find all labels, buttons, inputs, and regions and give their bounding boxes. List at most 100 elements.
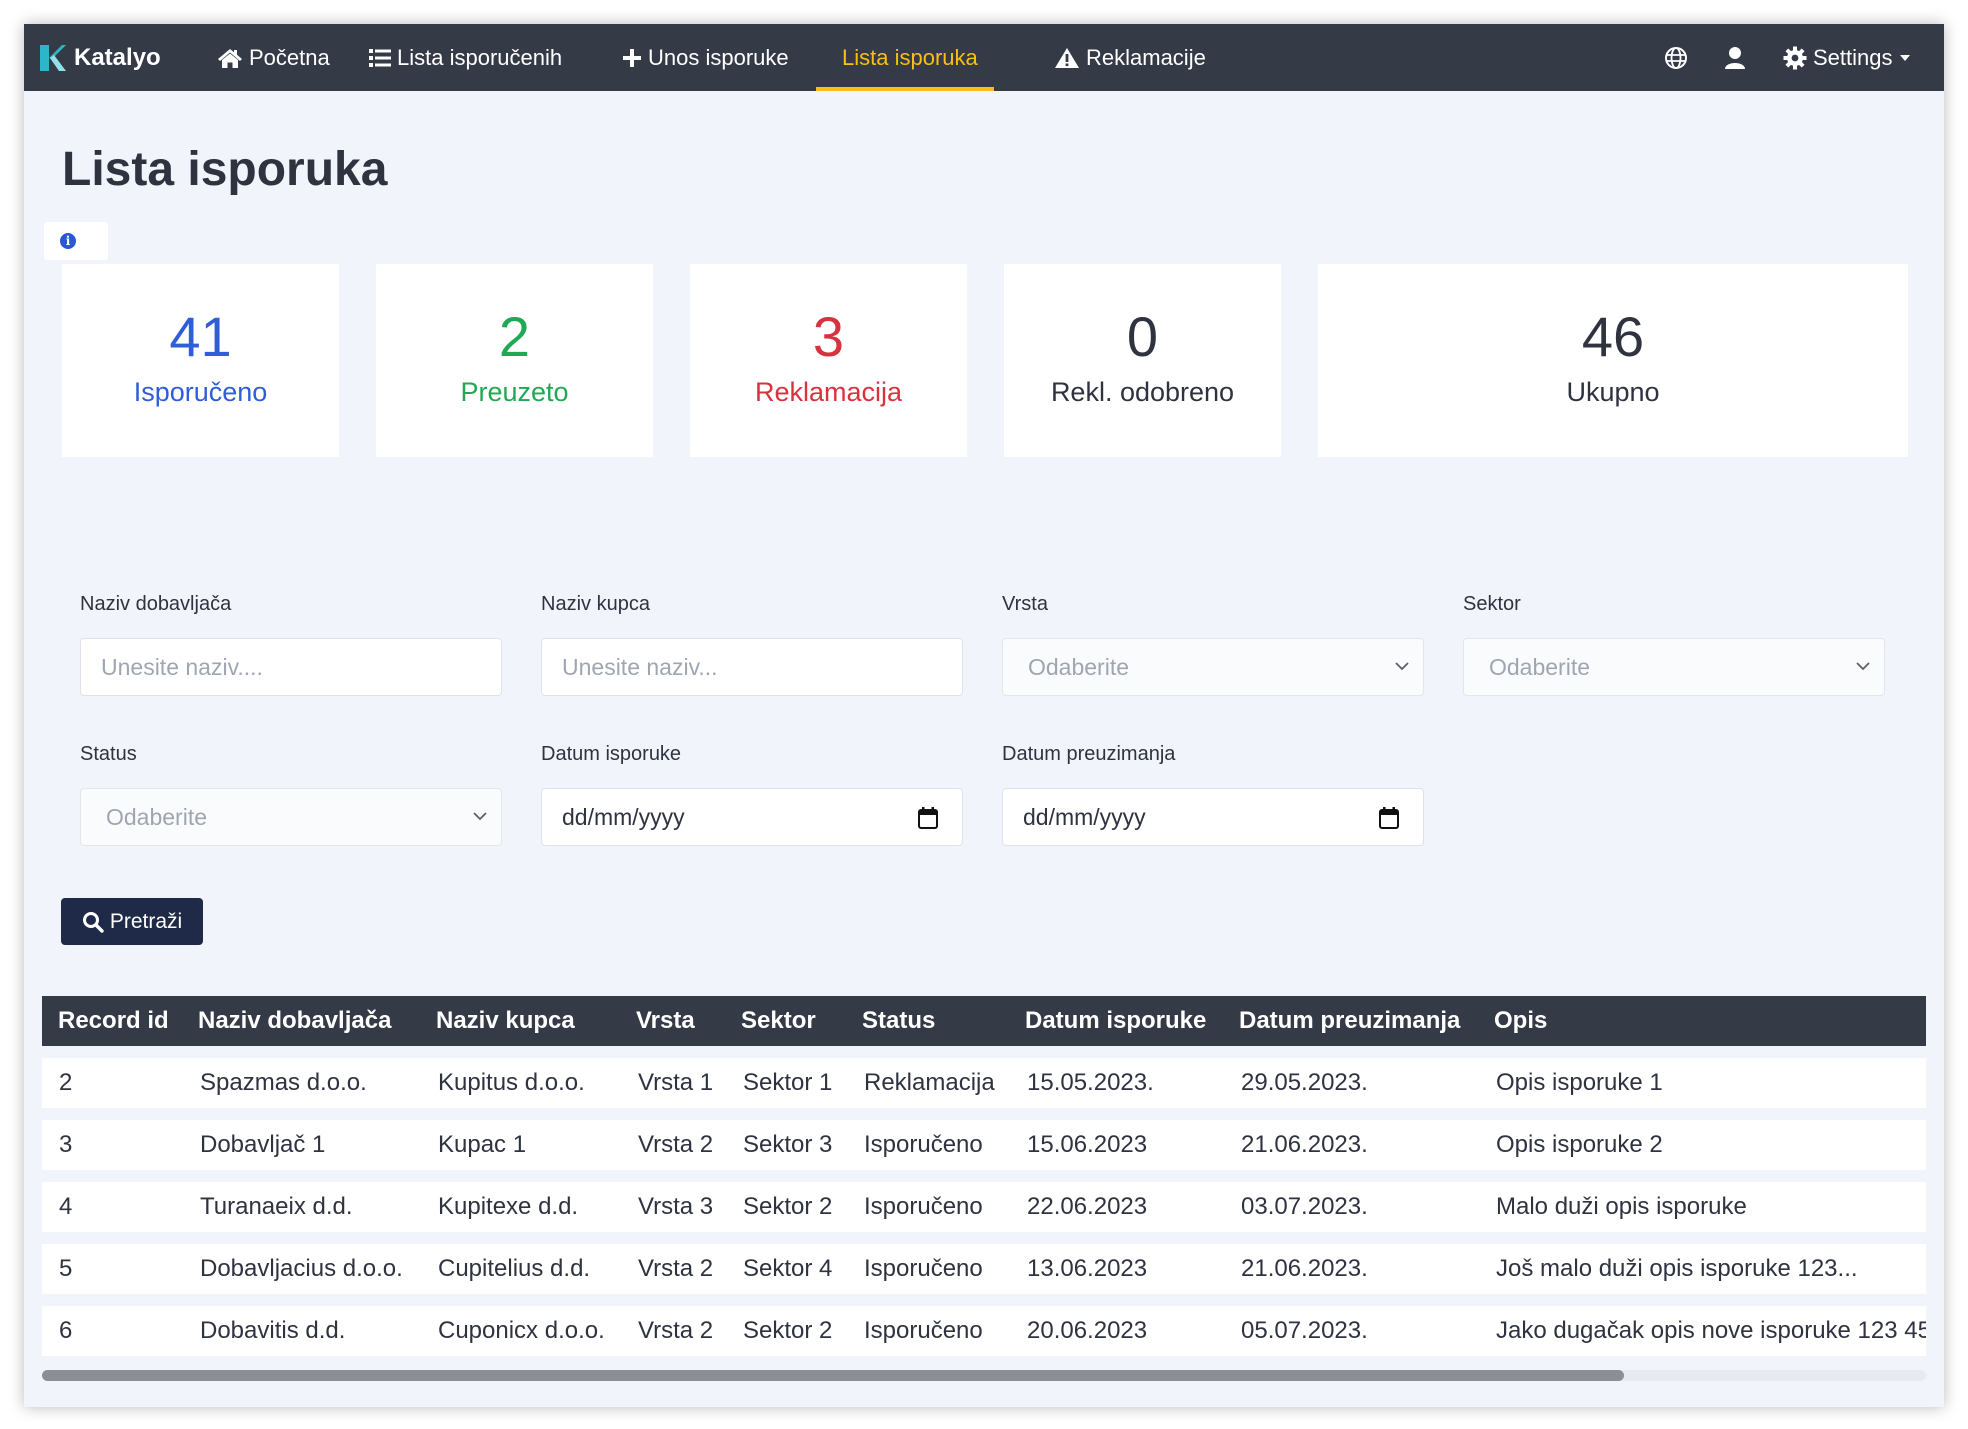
info-icon: i bbox=[60, 233, 76, 249]
column-header-description[interactable]: Opis bbox=[1494, 996, 1547, 1046]
cell-pickup-date: 21.06.2023. bbox=[1241, 1131, 1368, 1158]
cell-customer: Cupitelius d.d. bbox=[438, 1255, 591, 1282]
customer-input[interactable] bbox=[541, 638, 963, 696]
plus-icon bbox=[623, 48, 641, 67]
nav-item-lista-isporucenih[interactable]: Lista isporučenih bbox=[369, 24, 562, 91]
cell-record-id: 4 bbox=[59, 1193, 73, 1220]
cell-customer: Kupitexe d.d. bbox=[438, 1193, 579, 1220]
stat-card-ukupno: 46 Ukupno bbox=[1318, 264, 1908, 457]
column-header-delivery-date[interactable]: Datum isporuke bbox=[1025, 996, 1206, 1046]
calendar-icon[interactable] bbox=[918, 807, 938, 829]
cell-delivery-date: 15.06.2023 bbox=[1027, 1131, 1148, 1158]
cell-description: Opis isporuke 1 bbox=[1496, 1069, 1663, 1096]
status-select[interactable]: Odaberite bbox=[80, 788, 502, 846]
nav-item-label: Unos isporuke bbox=[648, 44, 789, 70]
warning-icon bbox=[1055, 47, 1079, 68]
cell-supplier: Dobavljač 1 bbox=[200, 1131, 326, 1158]
supplier-input[interactable] bbox=[80, 638, 502, 696]
settings-dropdown[interactable]: Settings bbox=[1783, 24, 1911, 91]
column-header-type[interactable]: Vrsta bbox=[636, 996, 695, 1046]
table-row[interactable]: 4 Turanaeix d.d. Kupitexe d.d. Vrsta 3 S… bbox=[42, 1182, 1926, 1232]
nav-item-lista-isporuka[interactable]: Lista isporuka bbox=[816, 24, 994, 91]
list-icon bbox=[369, 48, 391, 67]
cell-record-id: 6 bbox=[59, 1317, 73, 1344]
table-row[interactable]: 2 Spazmas d.o.o. Kupitus d.o.o. Vrsta 1 … bbox=[42, 1058, 1926, 1108]
select-value: Odaberite bbox=[1028, 653, 1130, 680]
cell-sector: Sektor 4 bbox=[743, 1255, 833, 1282]
search-button-label: Pretraži bbox=[109, 909, 183, 933]
column-header-customer[interactable]: Naziv kupca bbox=[436, 996, 575, 1046]
type-label: Vrsta bbox=[1002, 593, 1048, 615]
app-window: Katalyo Početna Lista isporučenih Unos i… bbox=[24, 24, 1944, 1407]
nav-item-reklamacije[interactable]: Reklamacije bbox=[1054, 24, 1206, 91]
cell-record-id: 2 bbox=[59, 1069, 73, 1096]
calendar-icon[interactable] bbox=[1379, 807, 1399, 829]
stat-value: 2 bbox=[498, 305, 531, 368]
cell-description: Još malo duži opis isporuke 123... bbox=[1496, 1255, 1858, 1282]
column-header-sector[interactable]: Sektor bbox=[741, 996, 816, 1046]
cell-sector: Sektor 3 bbox=[743, 1131, 833, 1158]
cell-description: Opis isporuke 2 bbox=[1496, 1131, 1663, 1158]
type-select[interactable]: Odaberite bbox=[1002, 638, 1424, 696]
stat-value: 46 bbox=[1581, 305, 1645, 368]
caret-down-icon bbox=[1899, 54, 1910, 61]
date-value: dd/mm/yyyy bbox=[562, 803, 685, 830]
cell-pickup-date: 29.05.2023. bbox=[1241, 1069, 1368, 1096]
stat-label: Preuzeto bbox=[460, 377, 569, 407]
stat-label: Ukupno bbox=[1566, 377, 1660, 407]
customer-label: Naziv kupca bbox=[541, 593, 650, 615]
delivery-date-label: Datum isporuke bbox=[541, 743, 682, 765]
supplier-label: Naziv dobavljača bbox=[80, 593, 232, 615]
cell-supplier: Turanaeix d.d. bbox=[200, 1193, 353, 1220]
nav-item-label: Lista isporuka bbox=[842, 44, 978, 70]
cell-sector: Sektor 1 bbox=[743, 1069, 833, 1096]
cell-sector: Sektor 2 bbox=[743, 1317, 833, 1344]
stat-card-reklamacija: 3 Reklamacija bbox=[690, 264, 967, 457]
cell-customer: Kupac 1 bbox=[438, 1131, 527, 1158]
column-header-supplier[interactable]: Naziv dobavljača bbox=[198, 996, 391, 1046]
cell-record-id: 3 bbox=[59, 1131, 73, 1158]
column-header-status[interactable]: Status bbox=[862, 996, 935, 1046]
column-header-record-id[interactable]: Record id bbox=[58, 996, 169, 1046]
table-row[interactable]: 5 Dobavljacius d.o.o. Cupitelius d.d. Vr… bbox=[42, 1244, 1926, 1294]
table-row[interactable]: 3 Dobavljač 1 Kupac 1 Vrsta 2 Sektor 3 I… bbox=[42, 1120, 1926, 1170]
cell-status: Reklamacija bbox=[864, 1069, 995, 1096]
delivery-date-input[interactable]: dd/mm/yyyy bbox=[541, 788, 963, 846]
table-row[interactable]: 6 Dobavitis d.d. Cuponicx d.o.o. Vrsta 2… bbox=[42, 1306, 1926, 1356]
user-button[interactable] bbox=[1724, 24, 1746, 91]
cell-pickup-date: 05.07.2023. bbox=[1241, 1317, 1368, 1344]
column-header-pickup-date[interactable]: Datum preuzimanja bbox=[1239, 996, 1460, 1046]
stat-card-isporuceno: 41 Isporučeno bbox=[62, 264, 339, 457]
katalyo-logo-icon bbox=[38, 42, 68, 74]
cell-supplier: Dobavljacius d.o.o. bbox=[200, 1255, 403, 1282]
search-button[interactable]: Pretraži bbox=[61, 898, 203, 945]
nav-item-pocetna[interactable]: Početna bbox=[217, 24, 330, 91]
cell-sector: Sektor 2 bbox=[743, 1193, 833, 1220]
stat-label: Isporučeno bbox=[133, 377, 268, 407]
horizontal-scrollbar[interactable] bbox=[42, 1370, 1926, 1381]
stat-value: 3 bbox=[812, 305, 845, 368]
brand[interactable]: Katalyo bbox=[38, 24, 161, 91]
globe-icon bbox=[1665, 46, 1687, 69]
nav-item-label: Reklamacije bbox=[1086, 44, 1206, 70]
cell-status: Isporučeno bbox=[864, 1131, 983, 1158]
sector-select[interactable]: Odaberite bbox=[1463, 638, 1885, 696]
cell-type: Vrsta 2 bbox=[638, 1131, 714, 1158]
table-header: Record id Naziv dobavljača Naziv kupca V… bbox=[42, 996, 1926, 1046]
nav-item-unos-isporuke[interactable]: Unos isporuke bbox=[622, 24, 789, 91]
language-button[interactable] bbox=[1664, 24, 1688, 91]
cell-delivery-date: 13.06.2023 bbox=[1027, 1255, 1148, 1282]
info-button[interactable]: i bbox=[44, 222, 108, 260]
nav-item-label: Lista isporučenih bbox=[397, 44, 563, 70]
pickup-date-input[interactable]: dd/mm/yyyy bbox=[1002, 788, 1424, 846]
cell-description: Malo duži opis isporuke bbox=[1496, 1193, 1747, 1220]
search-icon bbox=[82, 911, 104, 933]
status-label: Status bbox=[80, 743, 137, 765]
stat-card-rekl-odobreno: 0 Rekl. odobreno bbox=[1004, 264, 1281, 457]
stat-value: 41 bbox=[169, 305, 232, 368]
cell-delivery-date: 20.06.2023 bbox=[1027, 1317, 1148, 1344]
scrollbar-thumb[interactable] bbox=[42, 1370, 1624, 1381]
stat-card-preuzeto: 2 Preuzeto bbox=[376, 264, 653, 457]
home-icon bbox=[218, 48, 242, 68]
user-icon bbox=[1725, 46, 1745, 69]
